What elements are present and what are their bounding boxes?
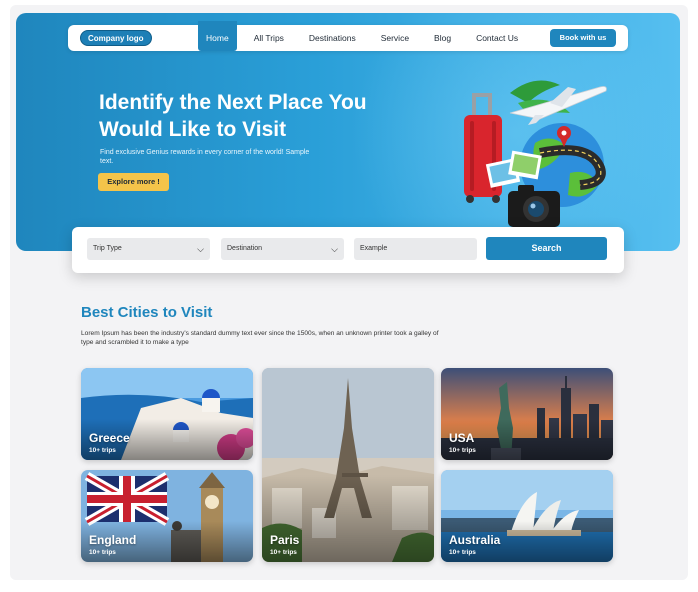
city-trips: 10+ trips — [270, 549, 297, 556]
trip-type-label: Trip Type — [93, 245, 122, 252]
navbar: Company logo Home All Trips Destinations… — [68, 21, 628, 51]
nav-item-destinations[interactable]: Destinations — [301, 25, 364, 51]
destination-label: Destination — [227, 245, 263, 252]
city-card-greece[interactable]: Greece 10+ trips — [81, 368, 253, 460]
city-trips: 10+ trips — [449, 549, 476, 556]
explore-more-button[interactable]: Explore more ! — [98, 173, 169, 191]
nav-item-blog[interactable]: Blog — [426, 25, 459, 51]
city-trips: 10+ trips — [89, 447, 116, 454]
section-description: Lorem Ipsum has been the industry's stan… — [81, 330, 439, 346]
city-card-usa[interactable]: USA 10+ trips — [441, 368, 613, 460]
city-name: Paris — [270, 533, 300, 547]
city-card-australia[interactable]: Australia 10+ trips — [441, 470, 613, 562]
nav-item-service[interactable]: Service — [373, 25, 417, 51]
example-input[interactable]: Example — [354, 238, 477, 260]
city-name: England — [89, 533, 137, 547]
search-button[interactable]: Search — [486, 237, 607, 260]
search-bar: Trip Type ⌵ Destination ⌵ Example Search — [72, 227, 624, 273]
book-with-us-button[interactable]: Book with us — [550, 29, 616, 47]
nav-item-contact-us[interactable]: Contact Us — [468, 25, 526, 51]
nav-item-home[interactable]: Home — [198, 21, 237, 51]
trip-type-select[interactable]: Trip Type ⌵ — [87, 238, 210, 260]
city-name: Australia — [449, 533, 501, 547]
company-logo[interactable]: Company logo — [80, 30, 152, 46]
hero-title: Identify the Next Place You Would Like t… — [99, 91, 367, 141]
chevron-down-icon: ⌵ — [331, 244, 338, 254]
nav-item-all-trips[interactable]: All Trips — [246, 25, 292, 51]
city-name: USA — [449, 431, 475, 445]
city-trips: 10+ trips — [449, 447, 476, 454]
travel-illustration — [464, 80, 607, 227]
page: Company logo Home All Trips Destinations… — [10, 5, 688, 580]
city-name: Greece — [89, 431, 130, 445]
city-trips: 10+ trips — [89, 549, 116, 556]
section-title: Best Cities to Visit — [81, 304, 213, 321]
hero-subtitle: Find exclusive Genius rewards in every c… — [100, 149, 310, 165]
hero-banner: Company logo Home All Trips Destinations… — [16, 13, 680, 251]
city-card-paris[interactable]: Paris 10+ trips — [262, 368, 434, 562]
city-card-england[interactable]: England 10+ trips — [81, 470, 253, 562]
chevron-down-icon: ⌵ — [197, 244, 204, 254]
example-placeholder: Example — [360, 245, 388, 252]
destination-select[interactable]: Destination ⌵ — [221, 238, 344, 260]
nav-links: Home All Trips Destinations Service Blog… — [198, 21, 535, 51]
